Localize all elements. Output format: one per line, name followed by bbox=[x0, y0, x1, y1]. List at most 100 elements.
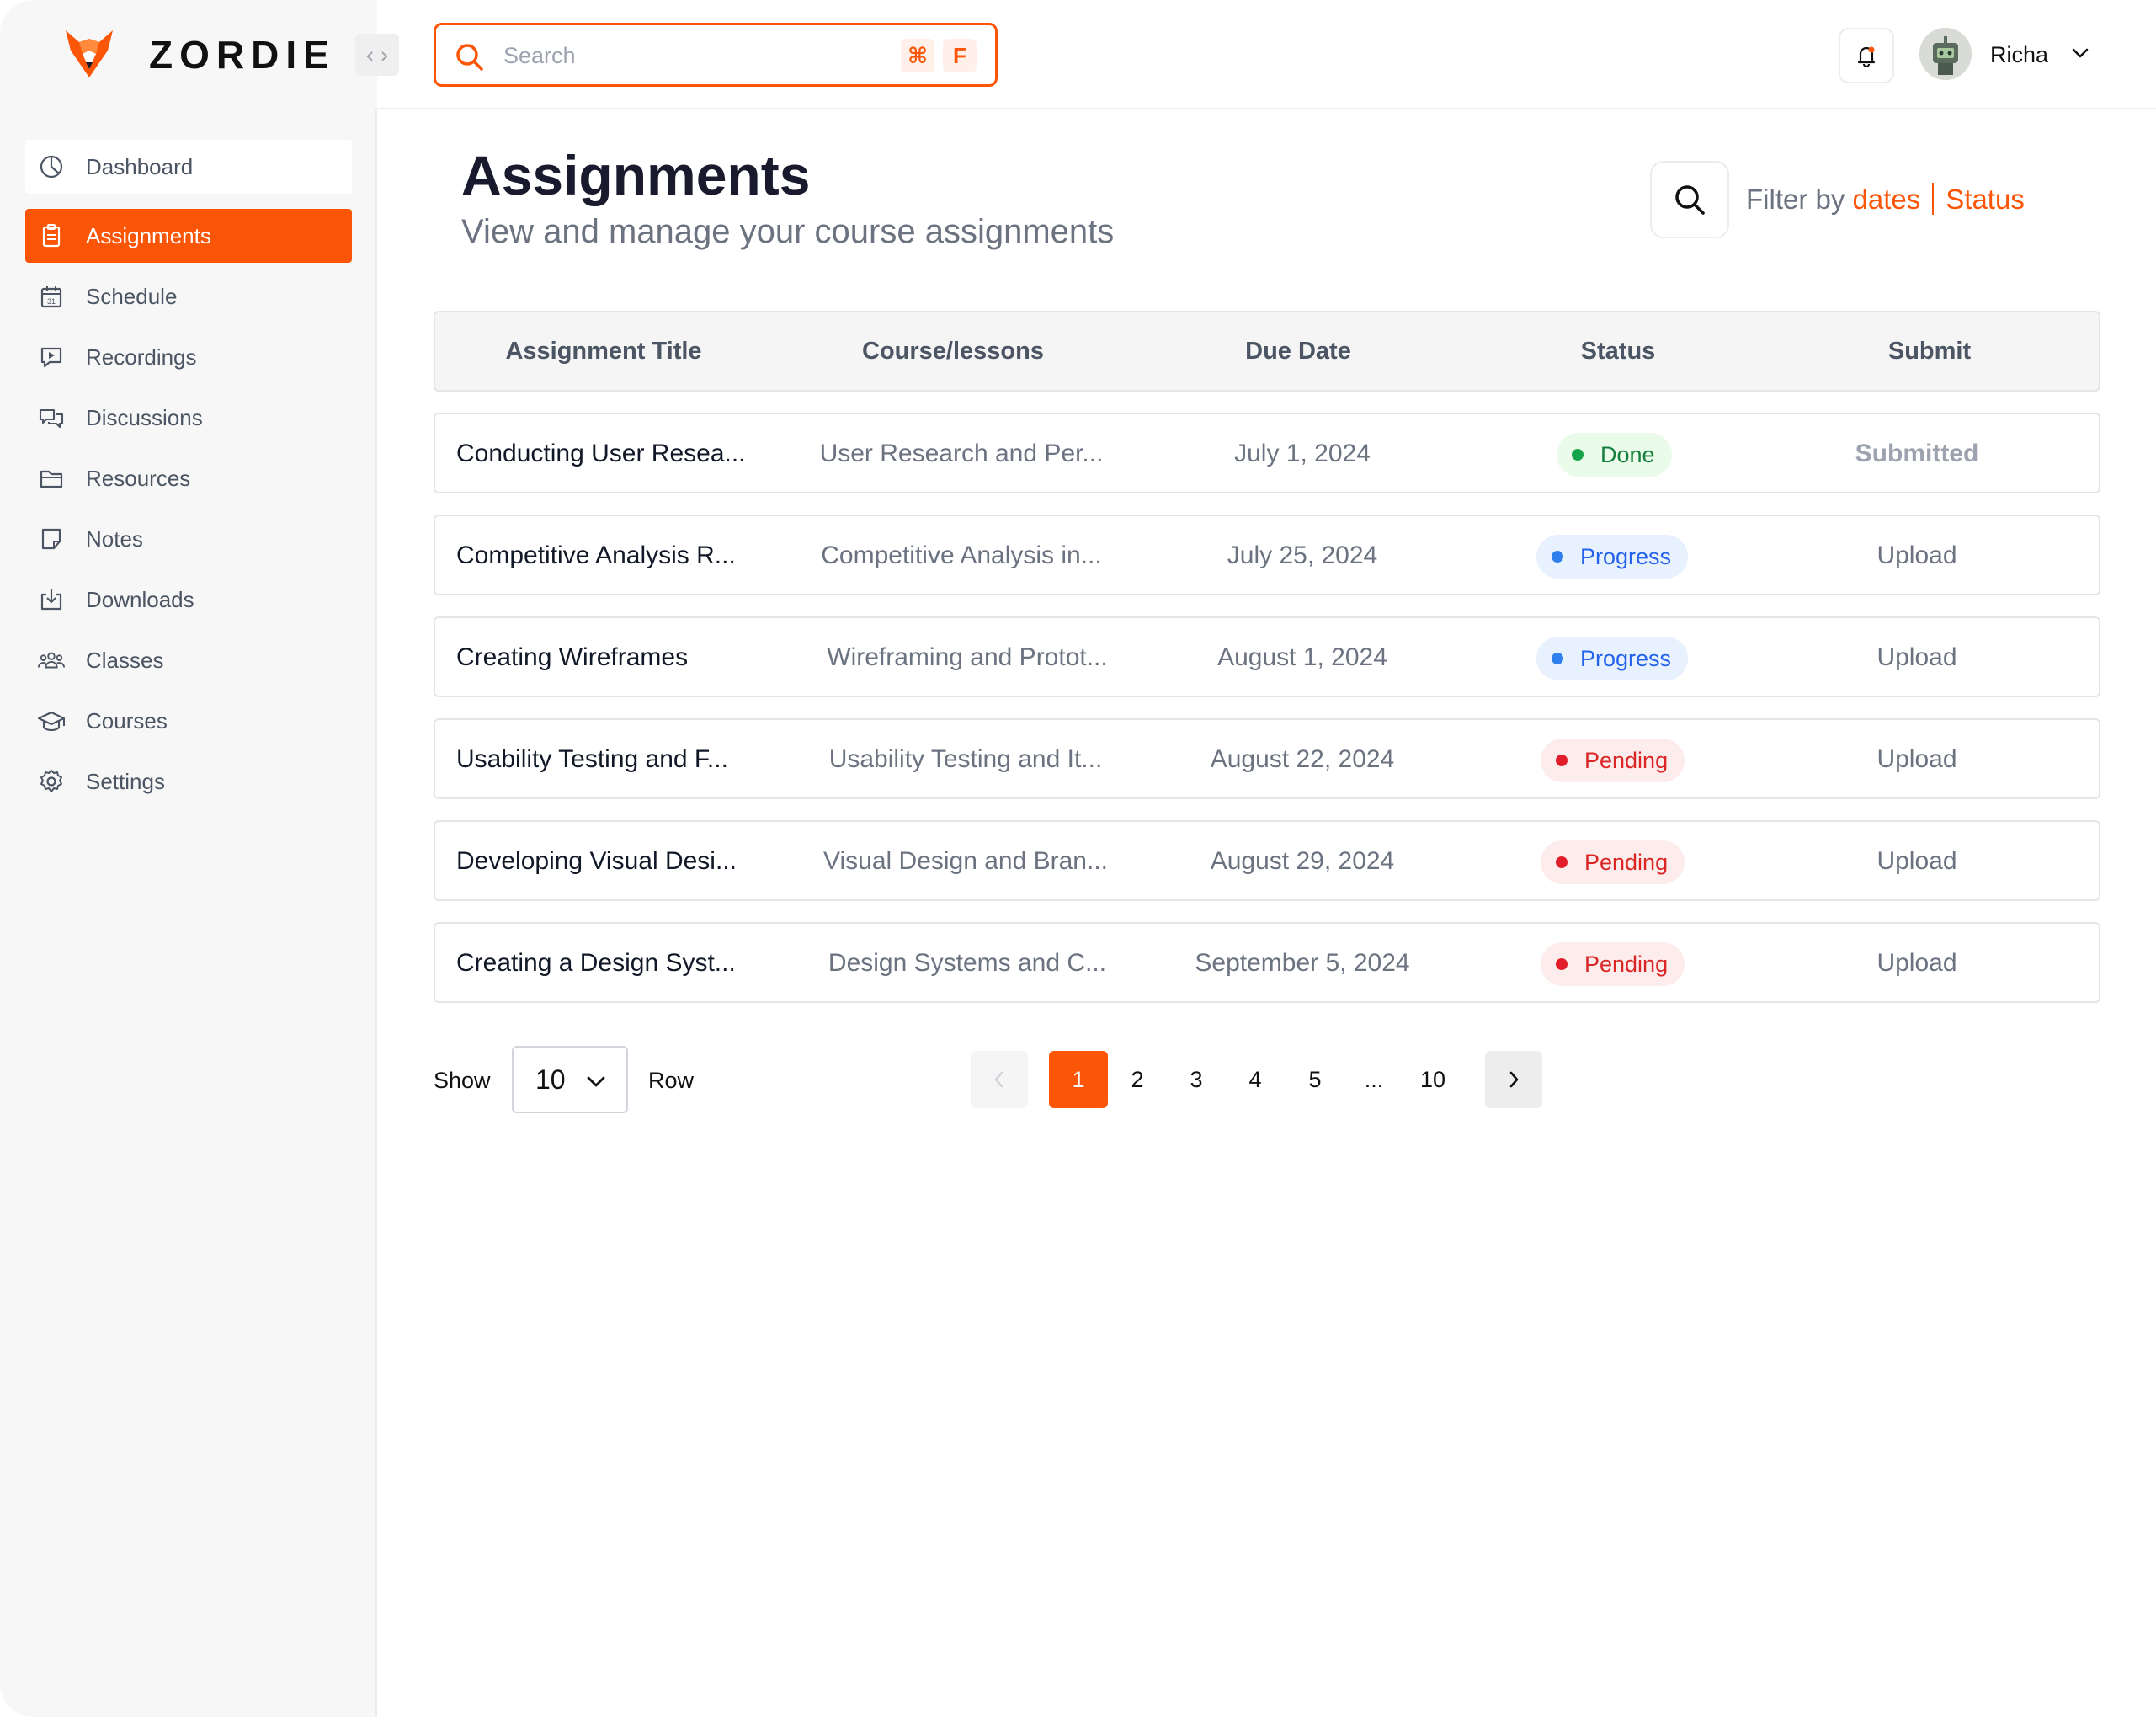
search-input[interactable] bbox=[503, 37, 840, 74]
download-icon bbox=[37, 585, 66, 614]
status-badge: Progress bbox=[1536, 535, 1689, 579]
top-bar: ZORDIE ‹› ⌘ F Richa bbox=[0, 0, 2156, 109]
page-button-4[interactable]: 4 bbox=[1238, 1051, 1272, 1108]
course-name: Design Systems and C... bbox=[828, 949, 1107, 977]
bell-icon bbox=[1857, 46, 1876, 68]
sidebar: Dashboard Assignments 31 Schedule Record… bbox=[0, 109, 377, 1717]
assignment-title[interactable]: Competitive Analysis R... bbox=[456, 541, 736, 570]
table-row[interactable]: Creating Wireframes Wireframing and Prot… bbox=[434, 616, 2100, 697]
dashboard-icon bbox=[37, 152, 66, 181]
table-row[interactable]: Conducting User Resea... User Research a… bbox=[434, 413, 2100, 493]
status-label: Pending bbox=[1584, 849, 1669, 875]
next-page-button[interactable] bbox=[1485, 1051, 1542, 1108]
table-row[interactable]: Usability Testing and F... Usability Tes… bbox=[434, 718, 2100, 799]
graduation-cap-icon bbox=[37, 707, 66, 735]
upload-button[interactable]: Upload bbox=[1757, 643, 2077, 672]
sidebar-collapse-button[interactable]: ‹› bbox=[355, 34, 399, 76]
sidebar-item-discussions[interactable]: Discussions bbox=[25, 391, 352, 445]
status-label: Progress bbox=[1580, 543, 1672, 569]
assignment-title[interactable]: Usability Testing and F... bbox=[456, 745, 728, 774]
sidebar-item-notes[interactable]: Notes bbox=[25, 512, 352, 566]
status-badge: Progress bbox=[1536, 637, 1689, 680]
rows-per-page-select[interactable]: 10 bbox=[512, 1046, 628, 1113]
sidebar-item-settings[interactable]: Settings bbox=[25, 755, 352, 808]
table-row[interactable]: Creating a Design Syst... Design Systems… bbox=[434, 922, 2100, 1003]
search-bar[interactable]: ⌘ F bbox=[434, 23, 998, 87]
page-button-1[interactable]: 1 bbox=[1049, 1051, 1108, 1108]
previous-page-button[interactable] bbox=[971, 1051, 1028, 1108]
avatar[interactable] bbox=[1919, 28, 1972, 80]
page-button-5[interactable]: 5 bbox=[1298, 1051, 1332, 1108]
page-ellipsis: ... bbox=[1364, 1066, 1384, 1092]
clipboard-icon bbox=[37, 221, 66, 250]
due-date: July 25, 2024 bbox=[1227, 541, 1378, 569]
sidebar-item-resources[interactable]: Resources bbox=[25, 451, 352, 505]
filter-status-link[interactable]: Status bbox=[1946, 184, 2025, 215]
status-dot-icon bbox=[1552, 551, 1563, 563]
filter-divider bbox=[1932, 183, 1935, 216]
chevron-left-icon bbox=[994, 1071, 1003, 1088]
search-icon bbox=[1675, 185, 1705, 215]
upload-button[interactable]: Upload bbox=[1757, 847, 2077, 876]
upload-button[interactable]: Upload bbox=[1757, 745, 2077, 774]
status-label: Progress bbox=[1580, 645, 1672, 671]
assignment-title[interactable]: Conducting User Resea... bbox=[456, 440, 746, 468]
user-name[interactable]: Richa bbox=[1990, 42, 2048, 68]
sidebar-item-label: Classes bbox=[86, 647, 164, 673]
due-date: August 29, 2024 bbox=[1210, 847, 1395, 875]
sidebar-item-dashboard[interactable]: Dashboard bbox=[25, 140, 352, 194]
filter-bar: Filter by dates Status bbox=[1746, 183, 2025, 217]
table-row[interactable]: Competitive Analysis R... Competitive An… bbox=[434, 515, 2100, 595]
people-icon bbox=[37, 646, 66, 675]
chevron-down-icon[interactable] bbox=[2068, 40, 2093, 66]
fox-logo-icon bbox=[66, 30, 113, 77]
status-badge: Pending bbox=[1541, 840, 1685, 884]
page-button-10[interactable]: 10 bbox=[1414, 1051, 1451, 1108]
sidebar-item-label: Courses bbox=[86, 707, 168, 733]
column-header-title: Assignment Title bbox=[505, 338, 702, 365]
due-date: August 1, 2024 bbox=[1217, 643, 1387, 671]
sidebar-item-label: Settings bbox=[86, 768, 165, 794]
upload-button[interactable]: Upload bbox=[1757, 949, 2077, 978]
command-key-badge: ⌘ bbox=[901, 39, 935, 72]
page-subtitle: View and manage your course assignments bbox=[461, 213, 1115, 250]
sidebar-item-assignments[interactable]: Assignments bbox=[25, 209, 352, 263]
chat-icon bbox=[37, 403, 66, 432]
status-dot-icon bbox=[1556, 958, 1568, 970]
status-badge: Done bbox=[1557, 433, 1672, 477]
f-key-badge: F bbox=[943, 39, 977, 72]
status-badge: Pending bbox=[1541, 739, 1685, 782]
column-header-due-date: Due Date bbox=[1245, 338, 1351, 365]
notifications-button[interactable] bbox=[1839, 28, 1894, 83]
course-name: Visual Design and Bran... bbox=[823, 847, 1108, 875]
sidebar-item-label: Resources bbox=[86, 465, 191, 491]
assignment-title[interactable]: Creating a Design Syst... bbox=[456, 949, 736, 978]
course-name: Usability Testing and It... bbox=[828, 745, 1103, 773]
sidebar-item-label: Discussions bbox=[86, 404, 203, 430]
page-button-3[interactable]: 3 bbox=[1179, 1051, 1213, 1108]
filter-search-button[interactable] bbox=[1650, 161, 1729, 238]
sidebar-item-recordings[interactable]: Recordings bbox=[25, 330, 352, 384]
assignment-title[interactable]: Creating Wireframes bbox=[456, 643, 688, 672]
assignment-title[interactable]: Developing Visual Desi... bbox=[456, 847, 737, 876]
filter-dates-link[interactable]: dates bbox=[1853, 184, 1921, 215]
filter-prefix: Filter by bbox=[1746, 184, 1845, 215]
upload-button[interactable]: Upload bbox=[1757, 541, 2077, 570]
svg-text:31: 31 bbox=[47, 297, 56, 306]
page-button-2[interactable]: 2 bbox=[1121, 1051, 1154, 1108]
course-name: User Research and Per... bbox=[819, 440, 1104, 467]
chevron-down-icon bbox=[587, 1076, 605, 1087]
column-header-course: Course/lessons bbox=[862, 338, 1044, 365]
sidebar-item-label: Notes bbox=[86, 525, 143, 552]
show-label: Show bbox=[434, 1068, 491, 1093]
submitted-label: Submitted bbox=[1855, 440, 1979, 467]
table-row[interactable]: Developing Visual Desi... Visual Design … bbox=[434, 820, 2100, 901]
sidebar-item-downloads[interactable]: Downloads bbox=[25, 573, 352, 627]
status-dot-icon bbox=[1552, 653, 1563, 664]
course-name: Wireframing and Protot... bbox=[827, 643, 1108, 671]
sidebar-item-classes[interactable]: Classes bbox=[25, 633, 352, 687]
course-name: Competitive Analysis in... bbox=[821, 541, 1102, 569]
sidebar-item-label: Dashboard bbox=[86, 153, 194, 179]
sidebar-item-courses[interactable]: Courses bbox=[25, 694, 352, 748]
sidebar-item-schedule[interactable]: 31 Schedule bbox=[25, 269, 352, 323]
